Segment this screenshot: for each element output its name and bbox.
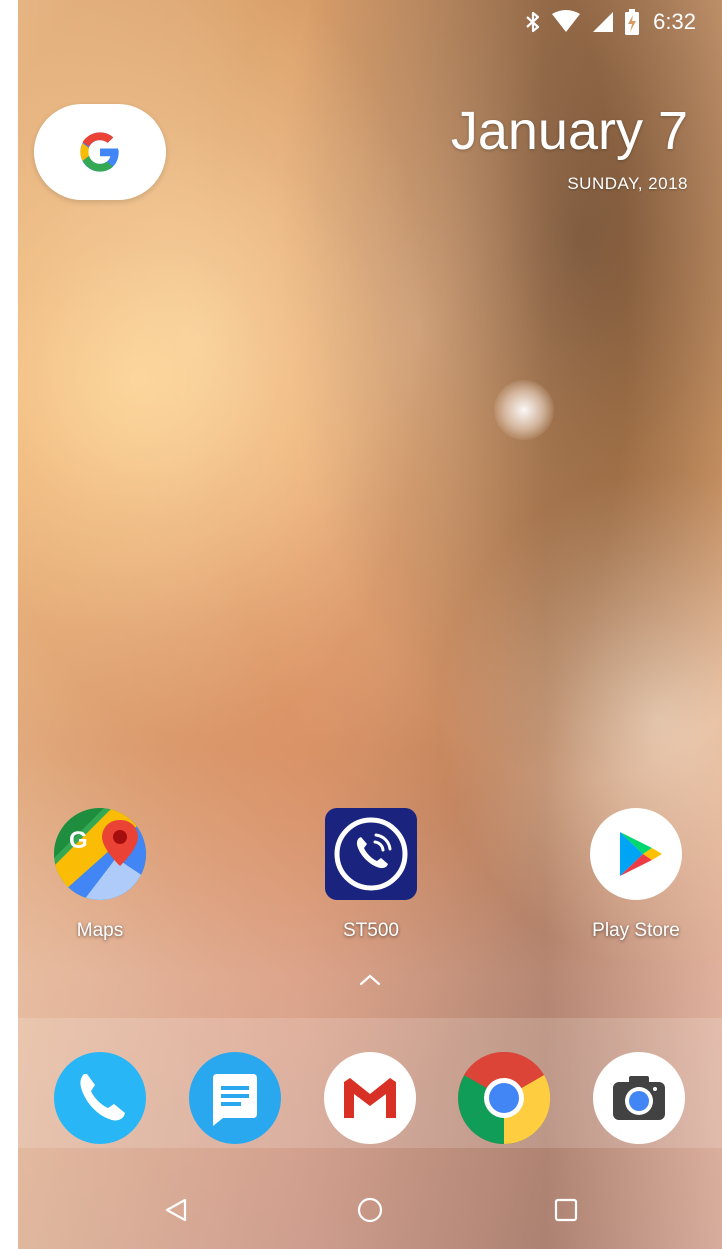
- play-store-icon: [590, 808, 682, 900]
- chevron-up-icon[interactable]: [359, 972, 381, 986]
- home-icon: [357, 1197, 383, 1223]
- recents-icon: [554, 1198, 578, 1222]
- status-time: 6:32: [653, 9, 696, 34]
- google-search-widget[interactable]: [34, 104, 166, 200]
- screen-edge: [0, 0, 18, 1249]
- home-screen: 6:32 January 7 SUNDAY, 2018 G Maps ST500…: [18, 0, 722, 1249]
- cell-signal-icon: [593, 12, 614, 32]
- date-widget[interactable]: January 7 SUNDAY, 2018: [451, 98, 688, 194]
- battery-charging-icon: [625, 9, 640, 35]
- app-label-st500: ST500: [343, 920, 399, 941]
- home-button[interactable]: [350, 1190, 390, 1230]
- recents-button[interactable]: [546, 1190, 586, 1230]
- app-st500[interactable]: ST500: [311, 808, 431, 942]
- back-icon: [165, 1198, 187, 1222]
- navigation-bar: [18, 1170, 722, 1249]
- svg-text:G: G: [69, 827, 88, 854]
- messages-icon[interactable]: [189, 1052, 281, 1144]
- date-text: January 7: [450, 101, 688, 161]
- back-button[interactable]: [156, 1190, 196, 1230]
- app-label-play-store: Play Store: [592, 920, 680, 941]
- st500-phone-icon: [325, 808, 417, 900]
- maps-icon: G: [54, 808, 146, 900]
- camera-icon[interactable]: [593, 1052, 685, 1144]
- google-g-icon: [80, 132, 119, 172]
- day-year-text: SUNDAY, 2018: [567, 174, 688, 193]
- app-label-maps: Maps: [76, 920, 124, 941]
- chrome-icon[interactable]: [458, 1052, 550, 1144]
- app-maps[interactable]: G Maps: [40, 808, 160, 942]
- status-bar: 6:32: [525, 8, 696, 36]
- bluetooth-icon: [526, 11, 540, 33]
- wallpaper-light-flare: [494, 380, 554, 440]
- phone-icon[interactable]: [54, 1052, 146, 1144]
- gmail-icon[interactable]: [324, 1052, 416, 1144]
- wifi-icon: [552, 10, 581, 32]
- app-play-store[interactable]: Play Store: [576, 808, 696, 942]
